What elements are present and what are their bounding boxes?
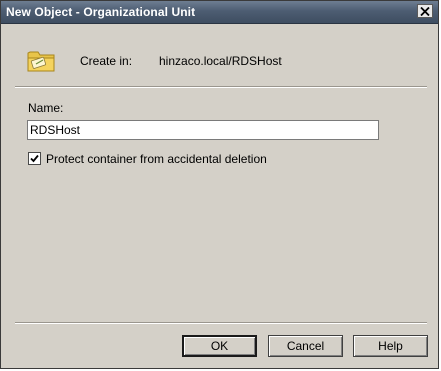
separator	[15, 86, 427, 88]
help-button[interactable]: Help	[353, 335, 428, 357]
create-in-label: Create in:	[80, 54, 133, 68]
separator	[15, 322, 427, 324]
name-field[interactable]	[27, 120, 379, 140]
window-title: New Object - Organizational Unit	[6, 5, 196, 19]
checkmark-icon	[30, 154, 39, 163]
create-in-path: hinzaco.local/RDSHost	[159, 54, 282, 68]
dialog-window: New Object - Organizational Unit Create …	[0, 0, 439, 369]
dialog-content: Create in: hinzaco.local/RDSHost Name: P…	[1, 24, 438, 368]
organizational-unit-folder-icon	[27, 51, 55, 72]
close-icon	[420, 6, 430, 16]
close-button[interactable]	[417, 4, 433, 18]
protect-container-checkbox[interactable]	[28, 152, 41, 165]
ok-button[interactable]: OK	[182, 335, 257, 357]
cancel-button[interactable]: Cancel	[268, 335, 343, 357]
title-bar[interactable]: New Object - Organizational Unit	[1, 1, 438, 24]
name-label: Name:	[28, 101, 64, 115]
protect-container-label[interactable]: Protect container from accidental deleti…	[46, 152, 267, 166]
